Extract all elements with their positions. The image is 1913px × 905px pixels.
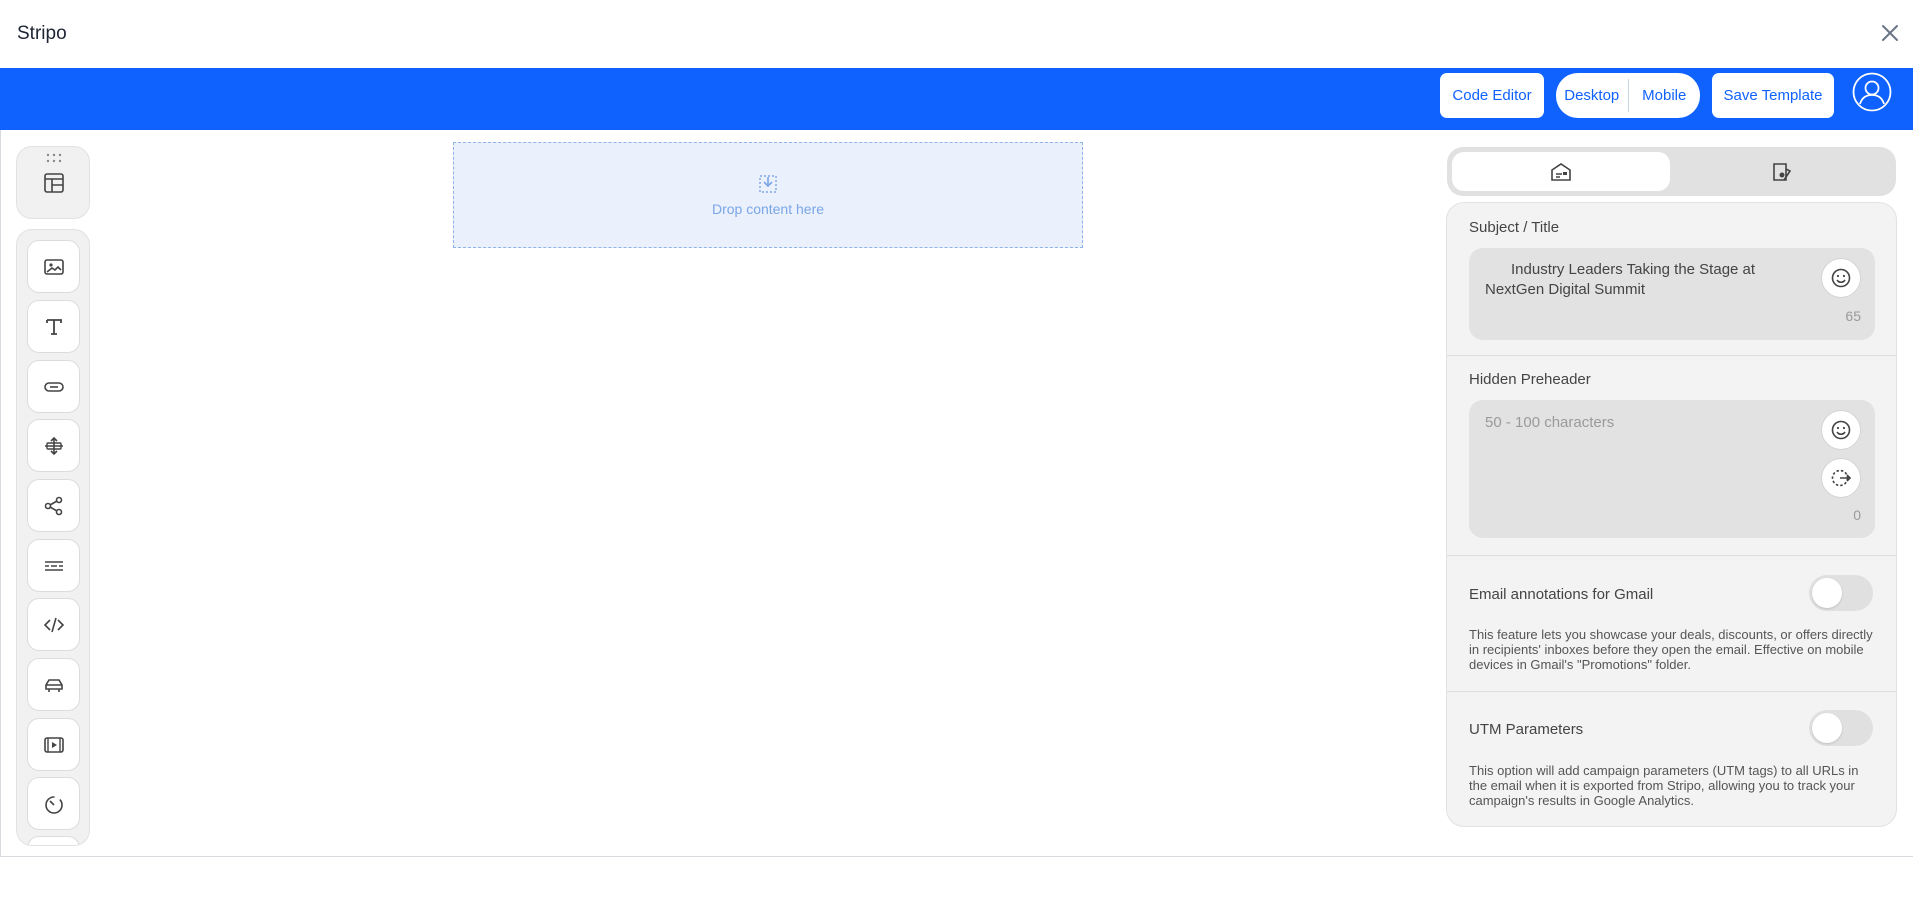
canvas-border (0, 130, 1, 856)
preheader-char-count: 0 (1853, 507, 1861, 523)
editor-toolbar: Code Editor Desktop Mobile Save Template (0, 68, 1913, 130)
emoji-icon (1831, 268, 1851, 288)
section-divider (1447, 691, 1896, 692)
toggle-knob (1812, 578, 1842, 608)
timer-block-button[interactable] (27, 777, 80, 830)
timer-icon (44, 795, 63, 814)
mobile-view-button[interactable]: Mobile (1629, 73, 1701, 118)
preheader-input[interactable]: 50 - 100 characters (1485, 414, 1614, 431)
utm-toggle[interactable] (1809, 710, 1873, 746)
section-divider (1447, 555, 1896, 556)
settings-tabs (1447, 147, 1896, 196)
desktop-view-button[interactable]: Desktop (1556, 73, 1628, 118)
email-settings-icon (1551, 162, 1571, 181)
spacer-icon (44, 436, 63, 455)
html-block-button[interactable] (27, 598, 80, 651)
footer-divider (0, 856, 1913, 857)
gmail-annotations-description: This feature lets you showcase your deal… (1469, 627, 1873, 672)
video-icon (43, 736, 64, 753)
gmail-annotations-label: Email annotations for Gmail (1469, 586, 1654, 603)
banner-icon (44, 560, 63, 571)
section-divider (1447, 355, 1896, 356)
spacer-block-button[interactable] (27, 419, 80, 472)
title-bar: Stripo (0, 0, 1913, 68)
social-block-button[interactable] (27, 479, 80, 532)
emoji-icon (1831, 420, 1851, 440)
utm-description: This option will add campaign parameters… (1469, 763, 1859, 808)
gmail-annotations-toggle[interactable] (1809, 575, 1873, 611)
more-block-button[interactable] (27, 836, 80, 845)
drop-label: Drop content here (711, 201, 825, 217)
drop-zone[interactable]: Drop content here (453, 142, 1083, 248)
appearance-icon (1773, 162, 1792, 181)
subject-field[interactable]: Industry Leaders Taking the Stage at Nex… (1469, 248, 1875, 340)
utm-label: UTM Parameters (1469, 721, 1584, 738)
drag-handle-icon[interactable] (46, 153, 62, 163)
tab-appearance[interactable] (1673, 152, 1891, 191)
ai-generate-icon (1831, 469, 1852, 487)
button-block-button[interactable] (27, 360, 80, 413)
menu-icon (44, 678, 63, 692)
preheader-field[interactable]: 50 - 100 characters 0 (1469, 400, 1875, 538)
button-icon (43, 381, 64, 392)
code-editor-button[interactable]: Code Editor (1440, 73, 1544, 118)
subject-emoji-button[interactable] (1821, 258, 1861, 298)
video-block-button[interactable] (27, 718, 80, 771)
preheader-emoji-button[interactable] (1821, 410, 1861, 450)
image-icon (43, 258, 64, 275)
subject-char-count: 65 (1845, 308, 1861, 324)
device-switch: Desktop Mobile (1556, 73, 1700, 118)
email-settings-panel: Subject / Title Industry Leaders Taking … (1446, 202, 1897, 827)
text-block-button[interactable] (27, 300, 80, 353)
user-avatar-icon[interactable] (1852, 72, 1892, 112)
preheader-generate-button[interactable] (1821, 458, 1861, 498)
preheader-label: Hidden Preheader (1469, 371, 1591, 388)
app-title: Stripo (17, 23, 67, 44)
menu-block-button[interactable] (27, 658, 80, 711)
tab-email-settings[interactable] (1452, 152, 1670, 191)
image-block-button[interactable] (27, 240, 80, 293)
subject-input[interactable]: Industry Leaders Taking the Stage at Nex… (1485, 260, 1805, 300)
social-icon (44, 496, 62, 515)
blocks-rail (16, 229, 90, 846)
subject-label: Subject / Title (1469, 219, 1560, 236)
structures-icon (44, 173, 64, 193)
save-template-button[interactable]: Save Template (1712, 73, 1834, 118)
structures-panel[interactable] (16, 146, 90, 219)
drop-icon (759, 175, 777, 193)
html-icon (43, 617, 64, 632)
toggle-knob (1812, 713, 1842, 743)
text-icon (45, 318, 62, 335)
close-icon[interactable] (1877, 20, 1903, 46)
banner-block-button[interactable] (27, 539, 80, 592)
